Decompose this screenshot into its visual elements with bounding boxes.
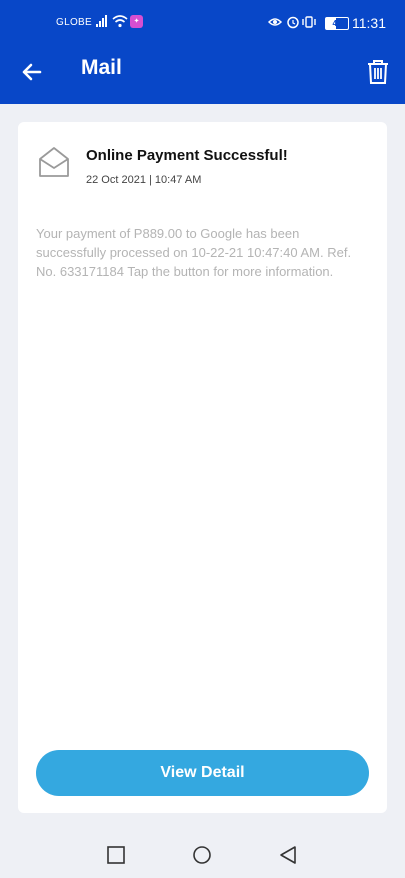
view-detail-button[interactable]: View Detail bbox=[36, 750, 369, 796]
wifi-icon bbox=[112, 15, 128, 28]
home-circle-icon[interactable] bbox=[192, 845, 212, 865]
mail-subject: Online Payment Successful! bbox=[86, 147, 288, 164]
app-bar: Mail bbox=[0, 40, 405, 104]
status-bar: GLOBE ✦ 45 11:31 bbox=[0, 0, 405, 44]
status-icons bbox=[268, 16, 316, 29]
back-triangle-icon[interactable] bbox=[278, 845, 298, 865]
battery-icon: 45 bbox=[325, 17, 349, 30]
mail-card: Online Payment Successful! 22 Oct 2021 |… bbox=[18, 122, 387, 813]
mail-datetime: 22 Oct 2021 | 10:47 AM bbox=[86, 174, 202, 186]
app-notification-icon: ✦ bbox=[130, 15, 143, 28]
envelope-open-icon bbox=[39, 147, 69, 177]
page-title: Mail bbox=[81, 56, 122, 79]
signal-icon bbox=[96, 15, 107, 27]
mail-body: Your payment of P889.00 to Google has be… bbox=[36, 226, 352, 279]
system-nav-bar bbox=[0, 832, 405, 878]
back-arrow-icon[interactable] bbox=[20, 60, 44, 84]
eye-icon bbox=[268, 18, 283, 26]
alarm-icon bbox=[287, 16, 299, 29]
vibrate-icon bbox=[302, 16, 316, 28]
trash-icon[interactable] bbox=[366, 59, 390, 85]
recents-square-icon[interactable] bbox=[106, 845, 126, 865]
clock: 11:31 bbox=[352, 15, 386, 31]
carrier-label: GLOBE bbox=[56, 17, 92, 28]
battery-level: 45 bbox=[332, 19, 342, 28]
